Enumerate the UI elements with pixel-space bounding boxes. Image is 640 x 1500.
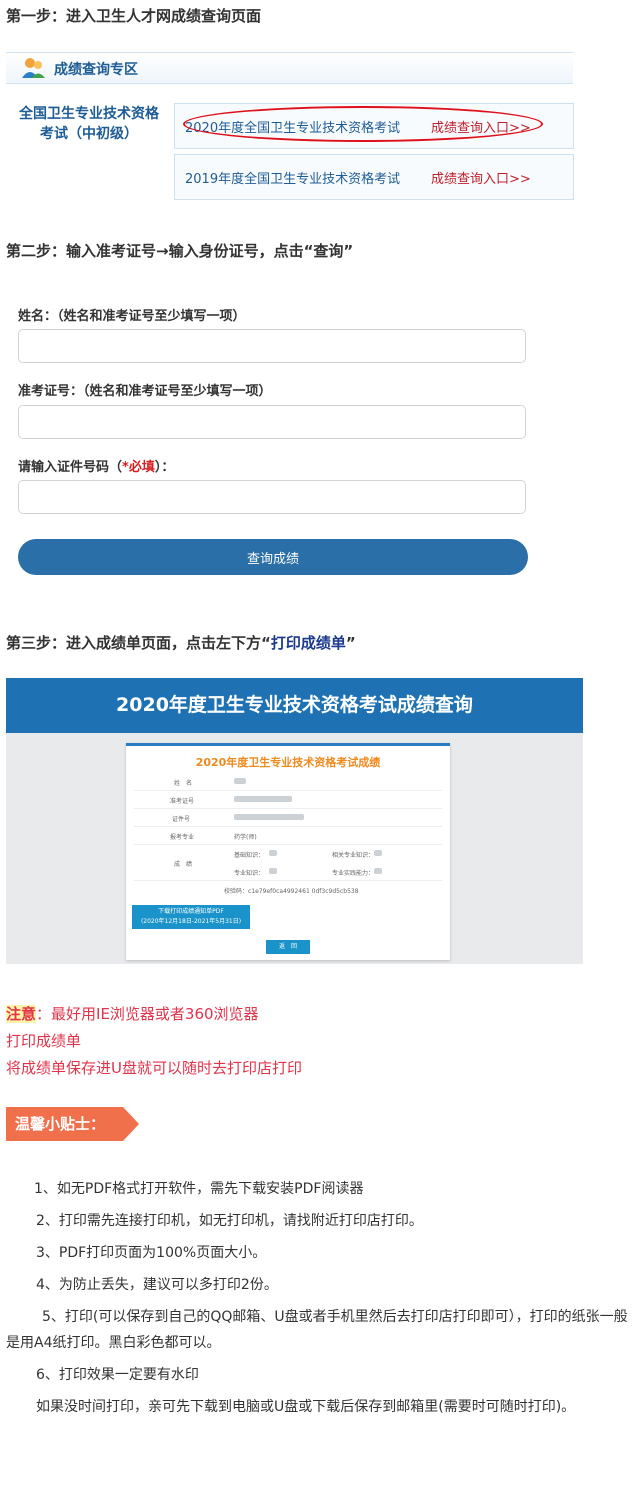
entry-2019-link[interactable]: 成绩查询入口>> (431, 168, 531, 187)
table-row: 准考证号 (134, 790, 442, 809)
entry-2019-name: 2019年度全国卫生专业技术资格考试 (185, 172, 401, 187)
blurred-value (234, 778, 246, 784)
note-label: 注意 (6, 1005, 37, 1023)
step1-title: 第一步：进入卫生人才网成绩查询页面 (6, 7, 262, 25)
id-label: 请输入证件号码（*必填）： (18, 456, 174, 475)
tip-item-6: 6、打印效果一定要有水印 (36, 1367, 199, 1383)
id-label-prefix: 请输入证件号码（ (18, 460, 123, 475)
tip-item-1: 1、如无PDF格式打开软件，需先下载安装PDF阅读器 (34, 1181, 364, 1197)
zone-title: 成绩查询专区 (54, 62, 138, 78)
screenshot-banner: 2020年度卫生专业技术资格考试成绩查询 (6, 678, 583, 733)
ticket-label: 准考证号：（姓名和准考证号至少填写一项） (18, 384, 272, 399)
score-page-screenshot: 2020年度卫生专业技术资格考试成绩查询 2020年度卫生专业技术资格考试成绩 … (6, 678, 583, 964)
score-zone-header: 成绩查询专区 (6, 52, 573, 84)
step3-title-highlight: 打印成绩单 (270, 634, 346, 652)
step3-title-prefix: 第三步：进入成绩单页面，点击左下方“ (6, 634, 271, 652)
name-label: 姓名：（姓名和准考证号至少填写一项） (18, 309, 246, 324)
exam-category-label: 全国卫生专业技术资格 考试（中初级） (8, 104, 170, 144)
tip-item-2: 2、打印需先连接打印机，如无打印机，请找附近打印店打印。 (36, 1213, 423, 1229)
tip-item-3: 3、PDF打印页面为100%页面大小。 (36, 1245, 267, 1261)
id-label-suffix: ）： (154, 460, 175, 475)
tip-item-4: 4、为防止丢失，建议可以多打印2份。 (36, 1277, 278, 1293)
exam-category-line1: 全国卫生专业技术资格 (19, 106, 159, 122)
row-label: 成 绩 (174, 861, 193, 868)
entry-2020[interactable]: 2020年度全国卫生专业技术资格考试 成绩查询入口>> (174, 103, 574, 149)
note-line-1: 注意：最好用IE浏览器或者360浏览器 (6, 1003, 259, 1024)
score-item: 专业知识： (234, 870, 265, 877)
score-item: 专业实践能力： (332, 870, 375, 877)
download-pdf-button[interactable]: 下载打印成绩通知单PDF (2020年12月18日-2021年5月31日) (132, 905, 250, 929)
tips-banner: 温馨小贴士： (6, 1107, 139, 1141)
blurred-value (234, 796, 292, 802)
note-line-2: 打印成绩单 (6, 1032, 82, 1050)
highlight-ellipse (183, 106, 543, 142)
table-row: 证件号 (134, 808, 442, 827)
tip-item-7: 如果没时间打印，亲可先下载到电脑或U盘或下载后保存到邮箱里(需要时可随时打印)。 (36, 1399, 576, 1415)
table-row: 报考专业 药学(师) (134, 826, 442, 845)
back-button[interactable]: 返 回 (266, 940, 310, 954)
table-row: 姓 名 (134, 772, 442, 791)
download-line2: (2020年12月18日-2021年5月31日) (140, 918, 242, 925)
row-label: 报考专业 (170, 834, 195, 841)
user-group-icon (22, 58, 45, 78)
score-card-title: 2020年度卫生专业技术资格考试成绩 (195, 756, 381, 769)
id-number-input[interactable] (18, 480, 526, 514)
score-card: 2020年度卫生专业技术资格考试成绩 姓 名 准考证号 证件号 报考专业 药学(… (126, 743, 450, 960)
ticket-input[interactable] (18, 405, 526, 439)
verify-code: 校验码：c1e79ef0ca4992461 0df3c9d5cb538 (224, 888, 359, 895)
row-label: 准考证号 (170, 798, 195, 805)
step3-title: 第三步：进入成绩单页面，点击左下方“打印成绩单” (6, 632, 356, 653)
score-item: 基础知识： (234, 852, 265, 859)
row-label: 证件号 (172, 816, 191, 823)
blurred-value (269, 850, 277, 856)
tip-item-5: 5、打印(可以保存到自己的QQ邮箱、U盘或者手机里然后去打印店打印即可），打印的… (6, 1309, 628, 1351)
step2-title: 第二步：输入准考证号→输入身份证号，点击“查询” (6, 242, 354, 260)
table-row: 成 绩 基础知识： 相关专业知识： 专业知识： 专业实践能力： (134, 844, 442, 881)
name-input[interactable] (18, 329, 526, 363)
download-line1: 下载打印成绩通知单PDF (158, 908, 224, 915)
row-label: 姓 名 (174, 780, 193, 787)
row-value: 药学(师) (234, 834, 257, 841)
blurred-value (269, 868, 277, 874)
query-score-button[interactable]: 查询成绩 (18, 539, 528, 575)
step3-title-suffix: ” (345, 634, 356, 652)
note-line-3: 将成绩单保存进U盘就可以随时去打印店打印 (6, 1059, 302, 1077)
blurred-value (374, 868, 382, 874)
note-text-1: ：最好用IE浏览器或者360浏览器 (36, 1005, 259, 1023)
blurred-value (374, 850, 382, 856)
required-mark: *必填 (122, 460, 155, 475)
score-item: 相关专业知识： (332, 852, 375, 859)
exam-category-line2: 考试（中初级） (40, 126, 138, 142)
blurred-value (234, 814, 304, 820)
entry-2019[interactable]: 2019年度全国卫生专业技术资格考试 成绩查询入口>> (174, 154, 574, 200)
